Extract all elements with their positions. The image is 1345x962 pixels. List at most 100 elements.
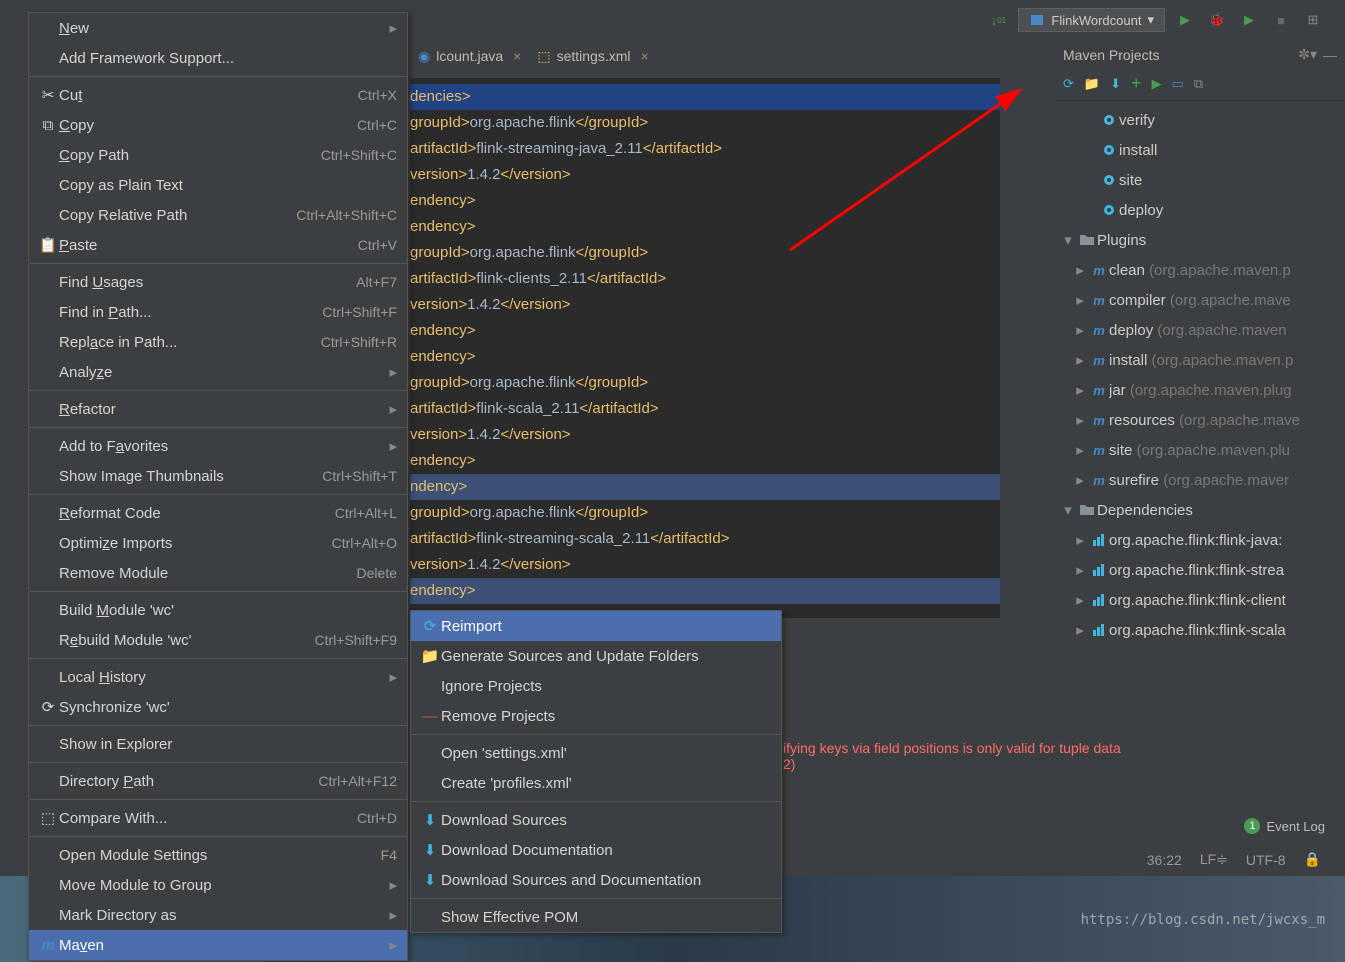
- dependency-item[interactable]: ▸org.apache.flink:flink-scala: [1055, 615, 1345, 645]
- submenu-item-open-settings-xml-[interactable]: Open 'settings.xml': [411, 738, 781, 768]
- expand-icon[interactable]: ▸: [1071, 381, 1089, 399]
- menu-item-add-framework-support-[interactable]: Add Framework Support...: [29, 43, 407, 73]
- menu-item-copy[interactable]: ⧉CopyCtrl+C: [29, 110, 407, 140]
- menu-item-replace-in-path-[interactable]: Replace in Path...Ctrl+Shift+R: [29, 327, 407, 357]
- debug-icon[interactable]: 🐞: [1205, 8, 1229, 32]
- expand-icon[interactable]: ▸: [1071, 261, 1089, 279]
- submenu-item-create-profiles-xml-[interactable]: Create 'profiles.xml': [411, 768, 781, 798]
- menu-item-find-in-path-[interactable]: Find in Path...Ctrl+Shift+F: [29, 297, 407, 327]
- expand-icon[interactable]: ▸: [1071, 621, 1089, 639]
- menu-item-reformat-code[interactable]: Reformat CodeCtrl+Alt+L: [29, 498, 407, 528]
- lifecycle-verify[interactable]: verify: [1055, 105, 1345, 135]
- tab-java[interactable]: ◉ lcount.java ×: [410, 44, 529, 69]
- menu-item-new[interactable]: New▸: [29, 13, 407, 43]
- menu-item-paste[interactable]: 📋PasteCtrl+V: [29, 230, 407, 260]
- event-log-status[interactable]: 1 Event Log: [1244, 818, 1325, 834]
- menu-item-rebuild-module-wc-[interactable]: Rebuild Module 'wc'Ctrl+Shift+F9: [29, 625, 407, 655]
- lifecycle-site[interactable]: site: [1055, 165, 1345, 195]
- lifecycle-install[interactable]: install: [1055, 135, 1345, 165]
- plugin-jar[interactable]: ▸mjar (org.apache.maven.plug: [1055, 375, 1345, 405]
- execute-icon[interactable]: ▭: [1172, 76, 1184, 92]
- menu-item-find-usages[interactable]: Find UsagesAlt+F7: [29, 267, 407, 297]
- submenu-arrow-icon: ▸: [389, 906, 397, 924]
- encoding[interactable]: UTF-8: [1246, 852, 1286, 868]
- expand-icon[interactable]: ▸: [1071, 531, 1089, 549]
- plugin-resources[interactable]: ▸mresources (org.apache.mave: [1055, 405, 1345, 435]
- generate-icon[interactable]: 📁: [1084, 76, 1100, 92]
- download-icon[interactable]: ↓01: [986, 8, 1010, 32]
- menu-item-compare-with-[interactable]: ⬚Compare With...Ctrl+D: [29, 803, 407, 833]
- toggle-icon[interactable]: ⧉: [1194, 76, 1203, 92]
- menu-item-analyze[interactable]: Analyze▸: [29, 357, 407, 387]
- menu-item-cut[interactable]: ✂CutCtrl+X: [29, 80, 407, 110]
- run-icon[interactable]: ▶: [1152, 76, 1162, 92]
- menu-item-copy-relative-path[interactable]: Copy Relative PathCtrl+Alt+Shift+C: [29, 200, 407, 230]
- download-icon[interactable]: ⬇: [1110, 76, 1121, 92]
- layout-icon[interactable]: ⊞: [1301, 8, 1325, 32]
- expand-icon[interactable]: ▾: [1059, 231, 1077, 249]
- plugin-site[interactable]: ▸msite (org.apache.maven.plu: [1055, 435, 1345, 465]
- dependencies-node[interactable]: ▾Dependencies: [1055, 495, 1345, 525]
- menu-item-copy-path[interactable]: Copy PathCtrl+Shift+C: [29, 140, 407, 170]
- menu-item-maven[interactable]: mMaven▸: [29, 930, 407, 960]
- reimport-icon[interactable]: ⟳: [1063, 76, 1074, 92]
- hide-icon[interactable]: —: [1323, 47, 1337, 63]
- expand-icon[interactable]: ▸: [1071, 561, 1089, 579]
- menu-item-refactor[interactable]: Refactor▸: [29, 394, 407, 424]
- plugin-clean[interactable]: ▸mclean (org.apache.maven.p: [1055, 255, 1345, 285]
- menu-item-show-image-thumbnails[interactable]: Show Image ThumbnailsCtrl+Shift+T: [29, 461, 407, 491]
- plugin-surefire[interactable]: ▸msurefire (org.apache.maver: [1055, 465, 1345, 495]
- menu-item-show-in-explorer[interactable]: Show in Explorer: [29, 729, 407, 759]
- expand-icon[interactable]: ▸: [1071, 441, 1089, 459]
- plugin-compiler[interactable]: ▸mcompiler (org.apache.mave: [1055, 285, 1345, 315]
- menu-item-remove-module[interactable]: Remove ModuleDelete: [29, 558, 407, 588]
- line-separator[interactable]: LF≑: [1200, 851, 1228, 868]
- menu-item-optimize-imports[interactable]: Optimize ImportsCtrl+Alt+O: [29, 528, 407, 558]
- dependency-item[interactable]: ▸org.apache.flink:flink-java:: [1055, 525, 1345, 555]
- plugin-deploy[interactable]: ▸mdeploy (org.apache.maven: [1055, 315, 1345, 345]
- run-configuration-selector[interactable]: FlinkWordcount ▾: [1018, 8, 1165, 32]
- submenu-item-download-sources-and-documentation[interactable]: ⬇Download Sources and Documentation: [411, 865, 781, 895]
- menu-item-build-module-wc-[interactable]: Build Module 'wc': [29, 595, 407, 625]
- submenu-item-reimport[interactable]: ⟳Reimport: [411, 611, 781, 641]
- dependency-item[interactable]: ▸org.apache.flink:flink-strea: [1055, 555, 1345, 585]
- lock-icon[interactable]: 🔒: [1304, 851, 1321, 868]
- expand-icon[interactable]: ▸: [1071, 351, 1089, 369]
- tab-xml[interactable]: ⬚ settings.xml ×: [529, 44, 656, 69]
- expand-icon[interactable]: ▸: [1071, 591, 1089, 609]
- submenu-item-remove-projects[interactable]: —Remove Projects: [411, 701, 781, 731]
- expand-icon[interactable]: ▸: [1071, 471, 1089, 489]
- gear-icon[interactable]: ✼▾: [1298, 46, 1317, 63]
- menu-item-synchronize-wc-[interactable]: ⟳Synchronize 'wc': [29, 692, 407, 722]
- menu-item-local-history[interactable]: Local History▸: [29, 662, 407, 692]
- menu-item-copy-as-plain-text[interactable]: Copy as Plain Text: [29, 170, 407, 200]
- menu-item-move-module-to-group[interactable]: Move Module to Group▸: [29, 870, 407, 900]
- expand-icon[interactable]: ▸: [1071, 291, 1089, 309]
- submenu-item-show-effective-pom[interactable]: Show Effective POM: [411, 902, 781, 932]
- close-icon[interactable]: ×: [513, 48, 521, 64]
- submenu-item-generate-sources-and-update-folders[interactable]: 📁Generate Sources and Update Folders: [411, 641, 781, 671]
- menu-item-directory-path[interactable]: Directory PathCtrl+Alt+F12: [29, 766, 407, 796]
- coverage-icon[interactable]: ▶: [1237, 8, 1261, 32]
- lifecycle-deploy[interactable]: deploy: [1055, 195, 1345, 225]
- plugin-install[interactable]: ▸minstall (org.apache.maven.p: [1055, 345, 1345, 375]
- run-icon[interactable]: ▶: [1173, 8, 1197, 32]
- expand-icon[interactable]: ▾: [1059, 501, 1077, 519]
- menu-label: Mark Directory as: [59, 907, 381, 924]
- submenu-item-download-documentation[interactable]: ⬇Download Documentation: [411, 835, 781, 865]
- add-icon[interactable]: +: [1131, 73, 1142, 94]
- stop-icon[interactable]: ■: [1269, 8, 1293, 32]
- submenu-item-download-sources[interactable]: ⬇Download Sources: [411, 805, 781, 835]
- dependency-item[interactable]: ▸org.apache.flink:flink-client: [1055, 585, 1345, 615]
- submenu-label: Download Sources: [441, 812, 771, 829]
- close-icon[interactable]: ×: [641, 48, 649, 64]
- code-editor[interactable]: dencies>groupId>org.apache.flink</groupI…: [410, 78, 1000, 618]
- menu-item-add-to-favorites[interactable]: Add to Favorites▸: [29, 431, 407, 461]
- menu-item-mark-directory-as[interactable]: Mark Directory as ▸: [29, 900, 407, 930]
- expand-icon[interactable]: ▸: [1071, 321, 1089, 339]
- submenu-item-ignore-projects[interactable]: Ignore Projects: [411, 671, 781, 701]
- plugins-node[interactable]: ▾Plugins: [1055, 225, 1345, 255]
- expand-icon[interactable]: ▸: [1071, 411, 1089, 429]
- cursor-position[interactable]: 36:22: [1147, 852, 1182, 868]
- menu-item-open-module-settings[interactable]: Open Module SettingsF4: [29, 840, 407, 870]
